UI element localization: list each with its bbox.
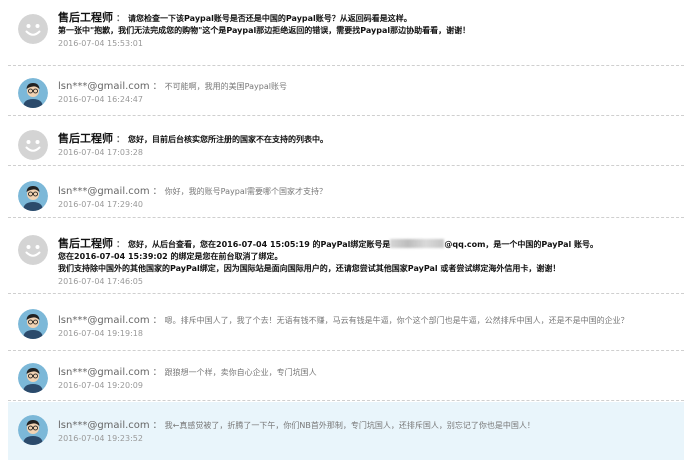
smiley-avatar-icon <box>18 130 48 160</box>
timestamp: 2016-07-04 19:23:52 <box>58 434 143 443</box>
message-text: @qq.com，是一个中国的PayPal 账号。 <box>444 240 599 249</box>
message-text: 您好，从后台查看，您在2016-07-04 15:05:19 的PayPal绑定… <box>128 240 391 249</box>
person-with-glasses-avatar-icon <box>18 415 48 445</box>
message-text: 您好，目前后台核实您所注册的国家不在支持的列表中。 <box>128 135 329 144</box>
message-item: 售后工程师：您好，目前后台核实您所注册的国家不在支持的列表中。 2016-07-… <box>8 116 684 166</box>
sender-email: lsn***@gmail.com <box>58 81 150 92</box>
timestamp: 2016-07-04 17:03:28 <box>58 148 143 157</box>
person-with-glasses-avatar-icon <box>18 78 48 108</box>
message-item: lsn***@gmail.com：你好，我的账号Paypal需要哪个国家才支持？… <box>8 166 684 218</box>
message-text: 你好，我的账号Paypal需要哪个国家才支持？ <box>164 187 327 196</box>
person-with-glasses-avatar-icon <box>18 363 48 393</box>
message-item: 售后工程师：请您检查一下该Paypal账号是否还是中国的Paypal账号？从返回… <box>8 0 684 66</box>
person-with-glasses-avatar-icon <box>18 309 48 339</box>
smiley-avatar-icon <box>18 235 48 265</box>
timestamp: 2016-07-04 19:19:18 <box>58 329 143 338</box>
timestamp: 2016-07-04 19:20:09 <box>58 381 143 390</box>
sender-email: lsn***@gmail.com <box>58 420 150 431</box>
timestamp: 2016-07-04 17:29:40 <box>58 200 143 209</box>
message-text: 我←真感觉被了，折腾了一下午，你们NB首外那制，专门坑国人，还排斥国人，别忘记了… <box>164 421 535 430</box>
message-item: lsn***@gmail.com：跟狼想一个样，卖你自心企业，专门坑国人 201… <box>8 351 684 401</box>
message-text: 请您检查一下该Paypal账号是否还是中国的Paypal账号？从返回码看是这样。 <box>128 14 412 23</box>
sender-email: lsn***@gmail.com <box>58 367 150 378</box>
redacted-email <box>390 239 445 248</box>
message-item-highlighted: lsn***@gmail.com：我←真感觉被了，折腾了一下午，你们NB首外那制… <box>8 402 684 460</box>
smiley-avatar-icon <box>18 14 48 44</box>
message-text: 我们支持除中国外的其他国家的PayPal绑定，因为国际站是面向国际用户的，还请您… <box>58 264 561 273</box>
sender-email: lsn***@gmail.com <box>58 315 150 326</box>
sender-email: lsn***@gmail.com <box>58 186 150 197</box>
timestamp: 2016-07-04 17:46:05 <box>58 277 143 286</box>
sender-name: 售后工程师 <box>58 132 113 145</box>
message-text: 第一张中"抱歉，我们无法完成您的购物"这个是Paypal那边拒绝返回的错误，需要… <box>58 26 471 35</box>
message-thread: 售后工程师：请您检查一下该Paypal账号是否还是中国的Paypal账号？从返回… <box>0 0 690 463</box>
message-item: lsn***@gmail.com：不可能啊，我用的美国Paypal账号 2016… <box>8 66 684 116</box>
person-with-glasses-avatar-icon <box>18 181 48 211</box>
message-text: 跟狼想一个样，卖你自心企业，专门坑国人 <box>164 368 317 377</box>
message-item: lsn***@gmail.com：嗯。排斥中国人了，我了个去！无语有钱不赚，马云… <box>8 294 684 351</box>
message-item: 售后工程师：您好，从后台查看，您在2016-07-04 15:05:19 的Pa… <box>8 218 684 294</box>
message-text: 您在2016-07-04 15:39:02 的绑定是您在前台取消了绑定。 <box>58 252 283 261</box>
sender-name: 售后工程师 <box>58 237 113 250</box>
timestamp: 2016-07-04 16:24:47 <box>58 95 143 104</box>
message-text: 不可能啊，我用的美国Paypal账号 <box>164 82 287 91</box>
timestamp: 2016-07-04 15:53:01 <box>58 39 143 48</box>
sender-name: 售后工程师 <box>58 11 113 24</box>
message-text: 嗯。排斥中国人了，我了个去！无语有钱不赚，马云有钱是牛逼，你个这个部门也是牛逼，… <box>164 316 629 325</box>
